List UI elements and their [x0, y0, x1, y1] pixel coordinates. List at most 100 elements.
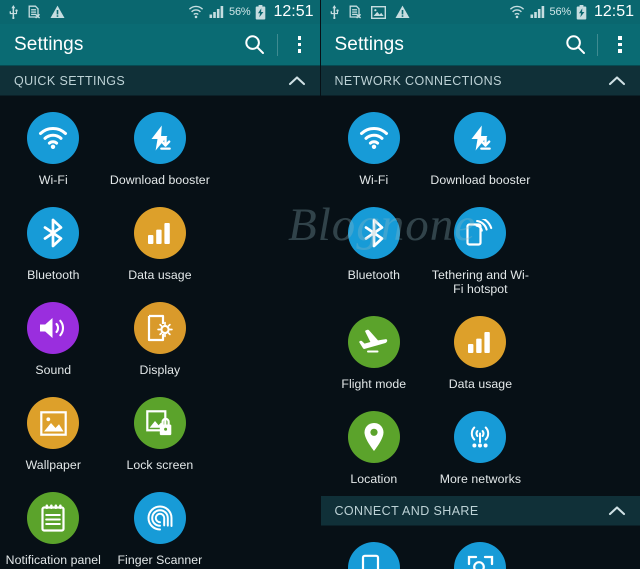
status-bar-system-icons: 56% 12:51: [188, 4, 314, 20]
settings-item-label: Lock screen: [126, 458, 194, 472]
search-button[interactable]: [235, 24, 275, 65]
status-bar-notification-icons: [329, 5, 410, 19]
settings-item-lock-screen[interactable]: Lock screen: [107, 381, 214, 476]
no-sim-icon: [28, 5, 41, 19]
settings-item-label: Finger Scanner: [117, 553, 203, 567]
settings-item-nearby-devices[interactable]: Nearby devices: [427, 526, 534, 569]
download-booster-icon: [133, 112, 186, 164]
chevron-up-icon: [608, 75, 626, 86]
left-status-bar: 56% 12:51: [0, 0, 320, 24]
chevron-up-icon: [608, 505, 626, 516]
settings-item-download-booster[interactable]: Download booster: [427, 96, 534, 191]
section-title: CONNECT AND SHARE: [334, 503, 479, 518]
lock-screen-icon: [133, 397, 186, 449]
more-options-button[interactable]: [280, 24, 320, 65]
tethering-icon: [454, 207, 507, 259]
connect-and-share-grid: NFC Nearby devices: [321, 526, 640, 569]
settings-item-location[interactable]: Location: [321, 395, 428, 490]
settings-item-label: Display: [139, 363, 181, 377]
more-options-icon: [618, 36, 622, 53]
page-title: Settings: [14, 33, 84, 55]
battery-percent-label: 56%: [229, 6, 251, 18]
settings-item-wifi[interactable]: Wi-Fi: [0, 96, 107, 191]
status-bar-system-icons: 56% 12:51: [509, 4, 634, 20]
action-bar-divider: [276, 33, 278, 56]
warning-icon: [50, 5, 65, 19]
settings-item-more-networks[interactable]: More networks: [427, 395, 534, 490]
notification-panel-icon: [27, 492, 80, 544]
screenshot-icon: [370, 5, 386, 19]
warning-icon: [395, 5, 410, 19]
download-booster-icon: [454, 112, 507, 164]
settings-item-display[interactable]: Display: [107, 286, 214, 381]
wallpaper-icon: [27, 397, 80, 449]
right-status-bar: 56% 12:51: [320, 0, 640, 24]
left-action-bar: Settings: [0, 24, 320, 66]
settings-item-label: Wallpaper: [25, 458, 81, 472]
right-settings-panel: 56% 12:51 Settings NETWORK CONNECTIONS W…: [320, 0, 640, 569]
settings-item-bluetooth[interactable]: Bluetooth: [0, 191, 107, 286]
settings-item-label: Wi-Fi: [38, 173, 68, 187]
more-options-button[interactable]: [600, 24, 640, 65]
settings-item-data-usage[interactable]: Data usage: [107, 191, 214, 286]
section-header-connect-and-share[interactable]: CONNECT AND SHARE: [320, 496, 640, 526]
settings-item-label: Wi-Fi: [359, 173, 389, 187]
location-icon: [347, 411, 400, 463]
more-networks-icon: [454, 411, 507, 463]
bluetooth-icon: [27, 207, 80, 259]
left-settings-panel: 56% 12:51 Settings QUICK SETTINGS Wi-Fi …: [0, 0, 321, 569]
settings-item-download-booster[interactable]: Download booster: [107, 96, 214, 191]
battery-charging-icon: [255, 4, 266, 20]
status-bar-clock: 12:51: [593, 3, 634, 20]
section-header-network-connections[interactable]: NETWORK CONNECTIONS: [320, 66, 640, 96]
right-action-bar: Settings: [320, 24, 640, 66]
section-title: QUICK SETTINGS: [14, 73, 126, 88]
settings-item-flight-mode[interactable]: Flight mode: [321, 300, 428, 395]
action-bar-buttons: [235, 24, 320, 65]
action-bar-buttons: [555, 24, 640, 65]
settings-item-label: Sound: [35, 363, 72, 377]
chevron-up-icon: [288, 75, 306, 86]
section-header-quick-settings[interactable]: QUICK SETTINGS: [0, 66, 320, 96]
settings-item-data-usage[interactable]: Data usage: [427, 300, 534, 395]
settings-item-sound[interactable]: Sound: [0, 286, 107, 381]
battery-charging-icon: [576, 4, 587, 20]
settings-item-label: Bluetooth: [27, 268, 80, 282]
wifi-signal-icon: [509, 5, 525, 19]
settings-item-nfc[interactable]: NFC: [321, 526, 428, 569]
settings-item-notification-panel[interactable]: Notification panel: [0, 476, 107, 569]
settings-item-label: Notification panel: [5, 553, 101, 567]
nfc-icon: [347, 542, 400, 569]
settings-item-bluetooth[interactable]: Bluetooth: [321, 191, 428, 300]
search-icon: [565, 34, 586, 55]
data-usage-icon: [454, 316, 507, 368]
settings-item-wifi[interactable]: Wi-Fi: [321, 96, 428, 191]
settings-item-label: Data usage: [128, 268, 192, 282]
battery-percent-label: 56%: [549, 6, 572, 18]
settings-item-label: Flight mode: [341, 377, 407, 391]
more-options-icon: [297, 36, 302, 53]
network-connections-grid: Wi-Fi Download booster Bluetooth Tetheri…: [321, 96, 640, 490]
section-title: NETWORK CONNECTIONS: [334, 73, 502, 88]
settings-item-tethering[interactable]: Tethering and Wi-Fi hotspot: [427, 191, 534, 300]
settings-item-finger-scanner[interactable]: Finger Scanner: [107, 476, 214, 569]
wifi-signal-icon: [188, 5, 204, 19]
settings-item-wallpaper[interactable]: Wallpaper: [0, 381, 107, 476]
dual-settings-screenshot: 56% 12:51 Settings QUICK SETTINGS Wi-Fi …: [0, 0, 640, 569]
settings-item-label: More networks: [439, 472, 522, 486]
nearby-devices-icon: [454, 542, 507, 569]
display-icon: [133, 302, 186, 354]
search-button[interactable]: [555, 24, 595, 65]
fingerprint-icon: [133, 492, 186, 544]
sound-icon: [27, 302, 80, 354]
usb-icon: [8, 5, 19, 19]
bluetooth-icon: [347, 207, 400, 259]
page-title: Settings: [334, 33, 404, 55]
settings-item-label: Download booster: [109, 173, 210, 187]
cellular-signal-icon: [209, 5, 224, 19]
usb-icon: [329, 5, 340, 19]
flight-mode-icon: [347, 316, 400, 368]
settings-item-label: Tethering and Wi-Fi hotspot: [431, 268, 529, 296]
settings-item-label: Bluetooth: [347, 268, 400, 282]
wifi-icon: [347, 112, 400, 164]
